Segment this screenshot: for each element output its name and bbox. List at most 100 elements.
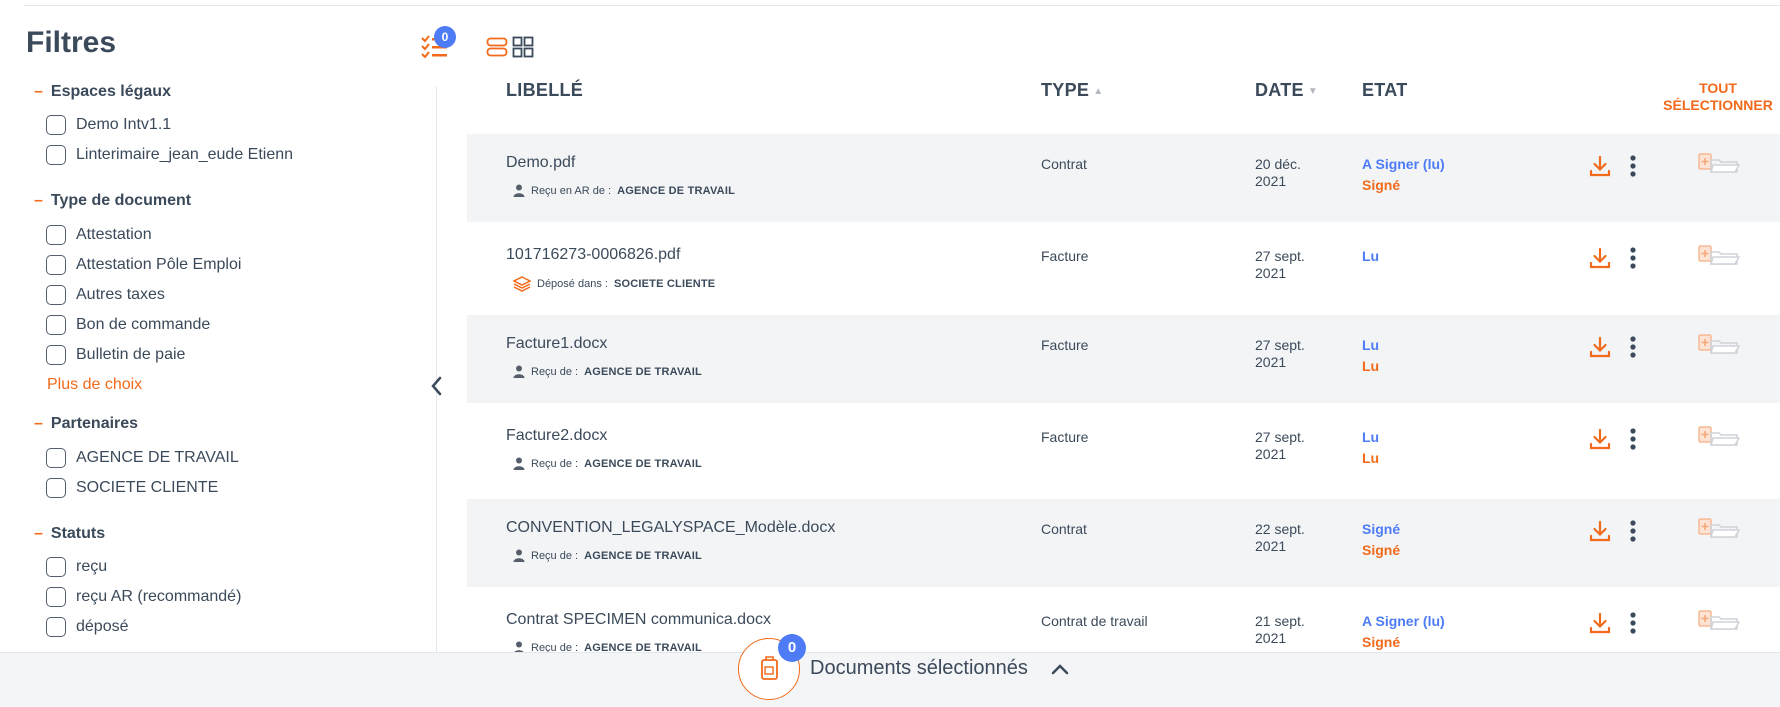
download-icon[interactable] (1589, 154, 1611, 178)
filter-option-label: Demo Intv1.1 (76, 116, 172, 133)
filter-option[interactable]: Linterimaire_jean_eude Etienn (46, 145, 293, 165)
more-options-icon[interactable] (1629, 246, 1637, 270)
status-secondary: Signé (1362, 177, 1401, 193)
more-options-icon[interactable] (1629, 335, 1637, 359)
chevron-up-icon[interactable] (1050, 659, 1070, 679)
select-all-link[interactable]: TOUT SÉLECTIONNER (1660, 80, 1776, 114)
table-row[interactable]: Facture2.docx Reçu de : AGENCE DE TRAVAIL F… (467, 407, 1780, 495)
add-to-folder-icon[interactable] (1697, 423, 1741, 451)
origin-value: AGENCE DE TRAVAIL (617, 184, 735, 197)
header-label: ETAT (1362, 80, 1408, 100)
add-to-folder-icon[interactable] (1697, 607, 1741, 635)
filter-option[interactable]: SOCIETE CLIENTE (46, 478, 218, 498)
download-icon[interactable] (1589, 519, 1611, 543)
download-icon[interactable] (1589, 427, 1611, 451)
collapse-dash-icon: – (34, 525, 43, 542)
filter-option-label: reçu AR (recommandé) (76, 588, 242, 605)
table-row[interactable]: CONVENTION_LEGALYSPACE_Modèle.docx Reçu d… (467, 499, 1780, 587)
download-icon[interactable] (1589, 335, 1611, 359)
checkbox[interactable] (46, 617, 66, 637)
more-options-icon[interactable] (1629, 154, 1637, 178)
origin-value: SOCIETE CLIENTE (613, 278, 716, 290)
document-type: Contrat de travail (1041, 613, 1148, 629)
add-to-folder-icon[interactable] (1697, 242, 1741, 270)
filter-group-label: Partenaires (50, 415, 139, 432)
status-secondary: Signé (1362, 634, 1401, 650)
collapse-dash-icon: – (34, 415, 43, 432)
checkbox[interactable] (46, 115, 66, 135)
more-options-icon[interactable] (1629, 611, 1637, 635)
download-icon[interactable] (1589, 611, 1611, 635)
checkbox[interactable] (46, 587, 66, 607)
selected-documents-label: Documents sélectionnés (810, 657, 1028, 679)
filter-option[interactable]: Autres taxes (46, 285, 165, 305)
table-row[interactable]: Facture1.docx Reçu de : AGENCE DE TRAVAIL F… (467, 315, 1780, 403)
column-header-date[interactable]: DATE ▼ (1255, 80, 1318, 101)
list-view-icon[interactable] (486, 36, 508, 58)
person-icon (513, 549, 525, 562)
filter-option[interactable]: déposé (46, 617, 129, 637)
collapse-sidebar-chevron-icon[interactable] (428, 374, 446, 398)
checkbox[interactable] (46, 225, 66, 245)
table-row[interactable]: Contrat SPECIMEN communica.docx Reçu de :… (467, 591, 1780, 654)
download-icon[interactable] (1589, 246, 1611, 270)
grid-view-icon[interactable] (512, 36, 534, 58)
checkbox[interactable] (46, 145, 66, 165)
sort-asc-icon: ▲ (1093, 85, 1104, 97)
origin-label: Reçu de : (531, 457, 579, 470)
filter-option[interactable]: Bon de commande (46, 315, 210, 335)
add-to-folder-icon[interactable] (1697, 515, 1741, 543)
filter-group-label: Espaces légaux (50, 83, 171, 100)
filter-option[interactable]: AGENCE DE TRAVAIL (46, 448, 239, 468)
filter-option[interactable]: Attestation (46, 225, 152, 245)
checkbox[interactable] (46, 448, 66, 468)
checkbox[interactable] (46, 557, 66, 577)
document-name[interactable]: Contrat SPECIMEN communica.docx (506, 611, 771, 629)
checkbox[interactable] (46, 478, 66, 498)
document-type: Facture (1041, 248, 1089, 264)
table-row[interactable]: 101716273-0006826.pdf Déposé dans : SOCIET… (467, 226, 1780, 314)
document-name[interactable]: CONVENTION_LEGALYSPACE_Modèle.docx (506, 519, 835, 537)
layers-icon (513, 276, 531, 292)
status-primary: Lu (1362, 429, 1380, 445)
filter-option[interactable]: reçu AR (recommandé) (46, 587, 241, 607)
document-date: 22 sept. 2021 (1255, 521, 1305, 554)
filter-option[interactable]: Demo Intv1.1 (46, 115, 171, 135)
column-header-type[interactable]: TYPE ▲ (1041, 80, 1103, 101)
document-name[interactable]: Facture2.docx (506, 427, 607, 445)
filters-sidebar: Filtres 0 – Espaces légaux Demo Intv1.1 L… (0, 0, 456, 652)
more-options-icon[interactable] (1629, 519, 1637, 543)
document-name[interactable]: Demo.pdf (506, 154, 575, 172)
filter-option[interactable]: Attestation Pôle Emploi (46, 255, 241, 275)
document-type: Facture (1041, 429, 1089, 445)
checkbox[interactable] (46, 315, 66, 335)
origin-label: Reçu de : (531, 549, 579, 562)
status-secondary: Lu (1362, 450, 1380, 466)
checkbox[interactable] (46, 285, 66, 305)
document-date: 20 déc. 2021 (1255, 156, 1301, 189)
filter-group-espaces-legaux[interactable]: – Espaces légaux (34, 83, 171, 101)
document-origin: Reçu de : AGENCE DE TRAVAIL (513, 365, 702, 378)
document-type: Facture (1041, 337, 1089, 353)
more-options-icon[interactable] (1629, 427, 1637, 451)
document-name[interactable]: Facture1.docx (506, 335, 607, 353)
checkbox[interactable] (46, 345, 66, 365)
checkbox[interactable] (46, 255, 66, 275)
document-name[interactable]: 101716273-0006826.pdf (506, 246, 680, 264)
more-choices-link[interactable]: Plus de choix (47, 376, 142, 394)
add-to-folder-icon[interactable] (1697, 150, 1741, 178)
person-icon (513, 457, 525, 470)
filter-group-type-document[interactable]: – Type de document (34, 192, 191, 210)
column-header-libelle[interactable]: LIBELLÉ (506, 80, 583, 101)
filter-option-label: déposé (76, 618, 129, 635)
filter-option[interactable]: Bulletin de paie (46, 345, 185, 365)
filter-group-statuts[interactable]: – Statuts (34, 525, 105, 543)
document-date: 27 sept. 2021 (1255, 337, 1305, 370)
column-header-etat[interactable]: ETAT (1362, 80, 1408, 101)
table-row[interactable]: Demo.pdf Reçu en AR de : AGENCE DE TRAVAIL… (467, 134, 1780, 222)
filter-option[interactable]: reçu (46, 557, 107, 577)
filter-group-partenaires[interactable]: – Partenaires (34, 415, 138, 433)
selected-count-badge: 0 (778, 634, 806, 662)
filter-option-label: Linterimaire_jean_eude Etienn (76, 146, 294, 163)
add-to-folder-icon[interactable] (1697, 331, 1741, 359)
